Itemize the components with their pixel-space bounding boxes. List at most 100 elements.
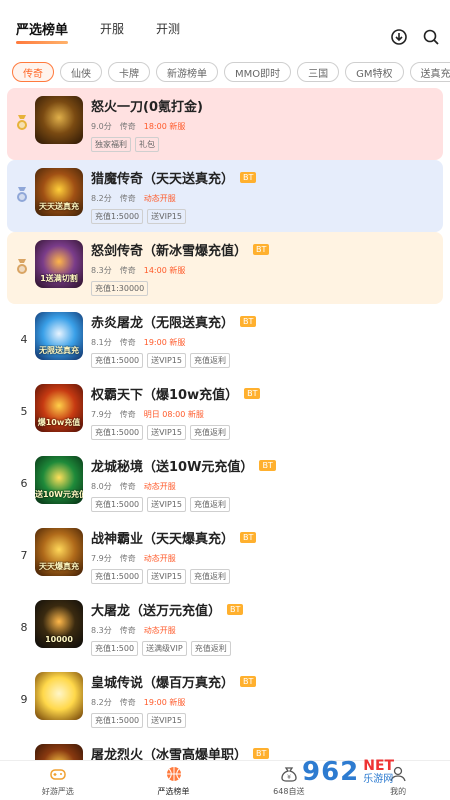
rank-medal-icon (17, 187, 27, 202)
nav-item-gift[interactable]: ¥ 648自送 (273, 764, 304, 797)
game-tag: 充值1:5000 (91, 497, 144, 512)
game-tag: 送VIP15 (147, 425, 186, 440)
game-tag: 充值1:500 (91, 641, 139, 656)
game-title: 赤炎屠龙（无限送真充） (91, 316, 235, 331)
game-tag: 充值返利 (190, 641, 231, 656)
game-tag: 充值1:5000 (91, 713, 144, 728)
game-title: 龙城秘境（送10W元充值） (91, 460, 254, 475)
bt-badge: BT (240, 532, 257, 543)
game-card[interactable]: 5 爆10w充值 权霸天下（爆10w充值） BT 7.9分 传奇 明日 08:00 新服 充值… (7, 376, 443, 448)
top-tab-bar: 严选榜单 开服 开测 (0, 0, 450, 56)
rank-medal-icon (17, 115, 27, 130)
game-thumbnail: 无限送真充 (35, 312, 83, 360)
watermark-logo: 962 NET 乐游网 (302, 748, 442, 796)
game-tag: 充值1:5000 (91, 209, 144, 224)
game-tag: 送满级VIP (142, 641, 187, 656)
chip-6[interactable]: GM特权 (345, 62, 404, 82)
game-genre: 传奇 (119, 698, 136, 707)
game-genre: 传奇 (119, 266, 136, 275)
game-genre: 传奇 (119, 122, 136, 131)
bt-badge: BT (244, 388, 261, 399)
tab-ranking[interactable]: 严选榜单 (16, 19, 69, 44)
chip-3[interactable]: 新游榜单 (156, 62, 218, 82)
thumbnail-caption: 1送满切割 (40, 274, 78, 283)
server-time: 动态开服 (143, 626, 176, 635)
game-tag: 送VIP15 (147, 497, 186, 512)
game-title: 战神霸业（天天爆真充） (91, 532, 235, 547)
game-tag: 送VIP15 (147, 353, 186, 368)
game-score: 7.9分 (91, 410, 112, 419)
game-title: 大屠龙（送万元充值） (91, 604, 222, 619)
nav-item-ranking[interactable]: 严选榜单 (158, 764, 190, 797)
game-score: 8.1分 (91, 338, 112, 347)
bt-badge: BT (240, 316, 257, 327)
nav-item-home[interactable]: 好游严选 (42, 764, 74, 797)
thumbnail-caption: 天天送真充 (39, 202, 79, 211)
game-card[interactable]: 7 天天爆真充 战神霸业（天天爆真充） BT 7.9分 传奇 动态开服 充值1:5000 送VI… (7, 520, 443, 592)
bt-badge: BT (253, 244, 270, 255)
server-time: 动态开服 (143, 482, 176, 491)
thumbnail-caption: 送10W元充值 (35, 490, 83, 499)
game-card[interactable]: 8 10000 大屠龙（送万元充值） BT 8.3分 传奇 动态开服 充值1:500 送满级VI… (7, 592, 443, 664)
chip-2[interactable]: 卡牌 (108, 62, 150, 82)
game-title: 皇城传说（爆百万真充） (91, 676, 235, 691)
game-card[interactable]: 4 无限送真充 赤炎屠龙（无限送真充） BT 8.1分 传奇 19:00 新服 充值1:500… (7, 304, 443, 376)
watermark-cn: 乐游网 (363, 774, 394, 786)
game-thumbnail: 10000 (35, 600, 83, 648)
chip-1[interactable]: 仙侠 (60, 62, 102, 82)
nav-label: 严选榜单 (157, 787, 190, 796)
game-genre: 传奇 (119, 410, 136, 419)
game-tag: 充值返利 (190, 425, 230, 440)
rank-number: 6 (20, 476, 28, 490)
svg-text:¥: ¥ (287, 774, 291, 781)
game-tag: 送VIP15 (147, 569, 186, 584)
game-card[interactable]: 1送满切割 怒剑传奇（新冰雪爆充值） BT 8.3分 传奇 14:00 新服 充值1:300… (7, 232, 443, 304)
rank-medal-icon (17, 259, 27, 274)
game-tag: 充值返利 (190, 569, 230, 584)
game-tag: 充值1:5000 (91, 353, 144, 368)
game-thumbnail (35, 672, 83, 720)
category-chips: 传奇仙侠卡牌新游榜单MMO即时三国GM特权送真充十挂机 (0, 56, 450, 88)
game-score: 8.0分 (91, 482, 112, 491)
game-tag: 礼包 (135, 137, 159, 152)
thumbnail-caption: 10000 (45, 635, 73, 644)
game-score: 8.3分 (91, 626, 112, 635)
bt-badge: BT (227, 604, 244, 615)
chip-7[interactable]: 送真充十 (409, 62, 450, 82)
game-card[interactable]: 9 皇城传说（爆百万真充） BT 8.2分 传奇 19:00 新服 充值1:5000 送VIP… (7, 664, 443, 736)
game-card[interactable]: 天天送真充 猎魔传奇（天天送真充） BT 8.2分 传奇 动态开服 充值1:5000 送VIP… (7, 160, 443, 232)
game-thumbnail: 天天送真充 (35, 168, 83, 216)
tab-open-test[interactable]: 开测 (156, 20, 180, 37)
server-time: 19:00 新服 (143, 698, 186, 707)
server-time: 18:00 新服 (143, 122, 186, 131)
game-genre: 传奇 (119, 194, 136, 203)
chip-4[interactable]: MMO即时 (224, 62, 292, 82)
search-icon[interactable] (422, 28, 440, 46)
tab-open-server[interactable]: 开服 (100, 20, 124, 37)
server-time: 动态开服 (143, 194, 176, 203)
watermark-digits: 962 (302, 757, 360, 787)
watermark-net: NET (363, 757, 395, 774)
gamepad-icon (50, 769, 66, 780)
game-card[interactable]: 6 送10W元充值 龙城秘境（送10W元充值） BT 8.0分 传奇 动态开服 充值1:500… (7, 448, 443, 520)
game-score: 7.9分 (91, 554, 112, 563)
server-time: 动态开服 (143, 554, 176, 563)
chip-0[interactable]: 传奇 (12, 62, 54, 82)
thumbnail-caption: 爆10w充值 (37, 418, 81, 427)
nav-label: 好游严选 (41, 787, 74, 796)
moneybag-icon: ¥ (281, 767, 297, 782)
game-title: 屠龙烈火（冰雪高爆单职） (91, 748, 248, 760)
bt-badge: BT (259, 460, 276, 471)
thumbnail-caption: 无限送真充 (39, 346, 79, 355)
game-title: 怒火一刀(0氪打金) (91, 100, 203, 115)
rank-number: 7 (20, 548, 28, 562)
game-score: 8.3分 (91, 266, 112, 275)
game-thumbnail (35, 744, 83, 760)
chip-5[interactable]: 三国 (297, 62, 340, 82)
game-score: 8.2分 (91, 698, 112, 707)
game-genre: 传奇 (119, 554, 136, 563)
download-icon[interactable] (390, 28, 408, 46)
game-card[interactable]: 怒火一刀(0氪打金) 9.0分 传奇 18:00 新服 独家福利 礼包 (7, 88, 443, 160)
game-title: 猎魔传奇（天天送真充） (91, 172, 235, 187)
rank-number: 8 (20, 620, 28, 634)
